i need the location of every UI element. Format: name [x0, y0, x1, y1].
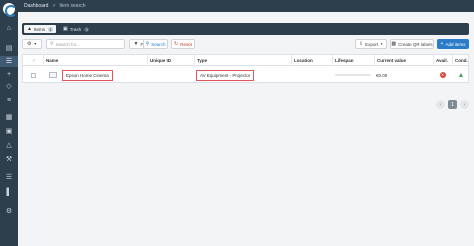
create-qr-labels-button[interactable]: ▩ Create QR labels [390, 39, 434, 49]
column-header-condition[interactable]: Cond. [452, 55, 470, 66]
item-condition: ▲ [452, 67, 470, 83]
reset-icon: ↻ [174, 40, 179, 47]
breadcrumb-current: Item search [59, 3, 86, 9]
breadcrumb: Dashboard > Item search [18, 0, 474, 12]
reports-icon[interactable]: ▌ [4, 188, 14, 197]
item-availability: ✕ [433, 67, 452, 83]
select-all-checkbox[interactable]: ✓ [23, 55, 43, 66]
sidebar: ⌂ ▤ ☰ + ◇ ≡ ▦ ▣ △ ⚒ ☰ ▌ ⚙ [0, 0, 18, 246]
warning-icon[interactable]: △ [4, 141, 14, 150]
reset-button[interactable]: ↻ Reset [171, 39, 195, 49]
settings-icon[interactable]: ⚙ [4, 207, 14, 216]
search-input-wrapper: ⚲ [46, 39, 125, 49]
row-checkbox-cell [23, 67, 43, 83]
chevron-down-icon: ▼ [380, 42, 384, 46]
next-page-button[interactable]: › [460, 100, 469, 109]
checkmark-icon: ✓ [32, 57, 36, 63]
column-header-current-value[interactable]: Current value [374, 55, 433, 66]
tab-trash-label: Trash [69, 26, 82, 32]
search-icon: ⚲ [145, 40, 150, 47]
pagination: ‹ 1 › [436, 100, 470, 110]
tab-trash[interactable]: ▣ Trash 0 [60, 25, 92, 33]
list-icon[interactable]: ☰ [4, 173, 14, 182]
home-icon[interactable]: ⌂ [4, 24, 14, 33]
tab-bar: ▲ Items 1 ▣ Trash 0 [22, 23, 469, 35]
row-checkbox[interactable] [30, 72, 36, 78]
column-header-name[interactable]: Name [43, 55, 147, 66]
items-table: ✓ Name Unique ID Type Location Lifespan … [22, 54, 469, 83]
thumbs-up-icon: ▲ [457, 71, 465, 79]
settings-dropdown-button[interactable]: ⚙ ▼ [22, 39, 42, 49]
gear-icon: ⚙ [27, 40, 32, 47]
search-icon: ⚲ [50, 40, 54, 47]
column-header-unique-id[interactable]: Unique ID [147, 55, 194, 66]
toolbar: ⚙ ▼ ⚲ ▼ Filter by ⚲ Search ↻ Reset ⇩ Exp… [22, 38, 469, 50]
table-row[interactable]: Epson Home Cinema AV Equipment - Project… [23, 67, 468, 83]
item-name-cell: Epson Home Cinema [60, 67, 146, 83]
items-icon: ▲ [27, 25, 32, 32]
item-unique-id [147, 67, 194, 83]
box-icon[interactable]: ▣ [4, 127, 14, 136]
item-type: AV Equipment - Projector [196, 69, 255, 81]
add-icon[interactable]: + [4, 70, 14, 79]
unavailable-icon: ✕ [439, 72, 446, 78]
item-name-link[interactable]: Epson Home Cinema [62, 69, 113, 81]
column-header-location[interactable]: Location [291, 55, 332, 66]
filters-icon[interactable]: ≡ [4, 96, 14, 105]
app-logo[interactable] [3, 3, 17, 17]
image-placeholder-icon [49, 72, 57, 78]
page-button-current[interactable]: 1 [448, 100, 457, 109]
search-button-label: Search [151, 41, 166, 47]
trash-icon: ▣ [63, 25, 68, 32]
tag-icon[interactable]: ◇ [4, 82, 14, 91]
tab-trash-count: 0 [84, 26, 90, 32]
column-header-lifespan[interactable]: Lifespan [332, 55, 374, 66]
item-lifespan [333, 67, 374, 83]
filter-icon: ▼ [133, 40, 139, 47]
item-location [291, 67, 332, 83]
search-input[interactable] [55, 41, 124, 47]
breadcrumb-home[interactable]: Dashboard [24, 3, 48, 9]
tools-icon[interactable]: ⚒ [4, 155, 14, 164]
search-button[interactable]: ⚲ Search [143, 39, 168, 49]
tab-items-label: Items [33, 26, 45, 32]
export-button[interactable]: ⇩ Export ▼ [355, 39, 387, 49]
create-qr-labels-label: Create QR labels [398, 41, 433, 47]
export-button-label: Export [365, 41, 379, 47]
item-thumbnail [47, 67, 59, 83]
inventory-icon[interactable]: ▤ [4, 44, 14, 53]
tab-items[interactable]: ▲ Items 1 [24, 25, 57, 33]
plus-icon: + [440, 40, 444, 47]
reset-button-label: Reset [180, 41, 192, 47]
column-header-type[interactable]: Type [194, 55, 291, 66]
breadcrumb-separator: > [52, 3, 56, 9]
qr-code-icon: ▩ [391, 40, 397, 47]
tab-items-count: 1 [47, 26, 54, 32]
add-items-button[interactable]: + Add items [437, 39, 469, 49]
download-icon: ⇩ [358, 40, 364, 47]
calendar-icon[interactable]: ▦ [4, 113, 14, 122]
items-list-icon[interactable]: ☰ [0, 56, 18, 67]
item-type-cell: AV Equipment - Projector [194, 67, 291, 83]
item-current-value: €0.00 [376, 72, 388, 78]
add-items-label: Add items [445, 41, 466, 47]
previous-page-button[interactable]: ‹ [436, 100, 445, 109]
lifespan-progress-bar [335, 74, 371, 76]
table-header: ✓ Name Unique ID Type Location Lifespan … [23, 55, 468, 66]
column-header-availability[interactable]: Avail. [433, 55, 452, 66]
chevron-down-icon: ▼ [33, 42, 37, 46]
